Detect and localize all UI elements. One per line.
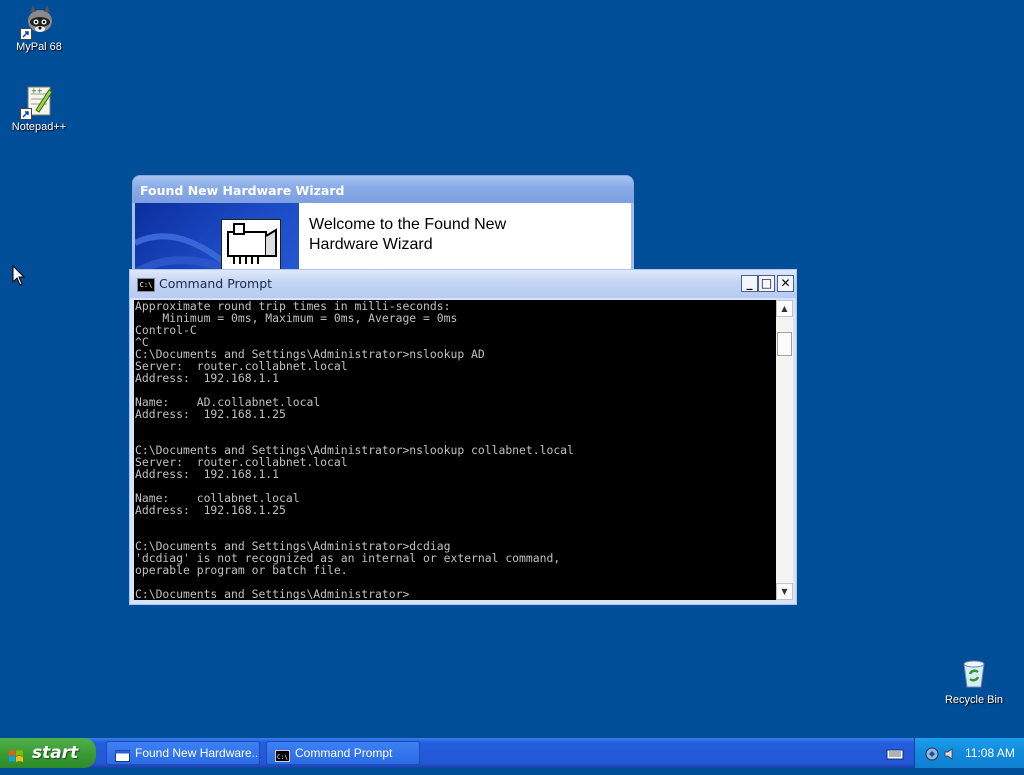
console-line: C:\Documents and Settings\Administrator> <box>135 587 410 600</box>
desktop-icon-mypal[interactable]: MyPal 68 <box>1 4 77 53</box>
welcome-line-1: Welcome to the Found New <box>309 216 507 233</box>
maximize-button[interactable]: □ <box>758 275 775 292</box>
scroll-thumb[interactable] <box>777 332 792 356</box>
windows-flag-icon <box>8 745 24 762</box>
close-icon: ✕ <box>780 276 791 290</box>
scroll-down-button[interactable]: ▼ <box>776 583 793 600</box>
taskbar-clock[interactable]: 11:08 AM <box>965 738 1015 768</box>
console-line: Minimum = 0ms, Maximum = 0ms, Average = … <box>135 311 458 325</box>
wizard-title: Found New Hardware Wizard <box>140 183 345 198</box>
wizard-welcome-heading: Welcome to the Found New Hardware Wizard <box>309 215 569 255</box>
cmd-title: Command Prompt <box>159 276 273 291</box>
cmd-app-icon[interactable]: C:\ <box>137 278 155 292</box>
taskbar-item-label: Command Prompt <box>295 746 393 760</box>
wizard-window-icon <box>115 747 130 762</box>
desktop-icon-label: MyPal 68 <box>16 41 62 53</box>
wizard-body: Welcome to the Found New Hardware Wizard <box>132 203 634 275</box>
taskbar-item-hardware-wizard[interactable]: Found New Hardware... <box>106 741 260 765</box>
shortcut-arrow-icon <box>20 28 32 40</box>
svg-text:++: ++ <box>31 87 43 95</box>
recycle-bin-label: Recycle Bin <box>944 694 1004 706</box>
shortcut-arrow-icon <box>20 108 32 120</box>
network-status-icon[interactable] <box>925 746 939 761</box>
recycle-bin-icon <box>957 656 991 690</box>
hardware-wizard-window[interactable]: Found New Hardware Wizard Welcome to the… <box>132 175 634 275</box>
console-line: Address: 192.168.1.25 <box>135 503 286 517</box>
minimize-icon: _ <box>746 276 753 290</box>
desktop-icon-notepadpp[interactable]: ++ Notepad++ <box>1 84 77 133</box>
console-line: Control-C <box>135 323 197 337</box>
system-tray: 11:08 AM <box>914 738 1024 768</box>
start-label: start <box>32 743 79 763</box>
taskbar: start Found New Hardware... C:\ Command … <box>0 738 1024 768</box>
mypal-raccoon-icon <box>20 4 56 40</box>
notepadpp-icon: ++ <box>20 84 56 120</box>
console-line: Address: 192.168.1.1 <box>135 371 280 385</box>
wizard-title-bar[interactable]: Found New Hardware Wizard <box>132 175 634 203</box>
command-prompt-window[interactable]: C:\ Command Prompt _ □ ✕ Approximate rou… <box>129 269 797 605</box>
taskbar-item-label: Found New Hardware... <box>135 746 257 760</box>
volume-icon[interactable] <box>943 746 957 760</box>
desktop-icon-recycle-bin[interactable]: Recycle Bin <box>936 656 1012 706</box>
maximize-icon: □ <box>760 276 773 290</box>
console-line: operable program or batch file. <box>135 563 348 577</box>
console-output[interactable]: Approximate round trip times in milli-se… <box>134 300 776 600</box>
svg-text:C:\: C:\ <box>277 754 288 761</box>
mouse-pointer-icon <box>12 264 26 291</box>
scroll-up-button[interactable]: ▲ <box>776 300 793 317</box>
minimize-button[interactable]: _ <box>741 275 758 292</box>
wizard-side-banner <box>135 203 299 275</box>
keyboard-language-icon[interactable] <box>886 746 904 760</box>
close-button[interactable]: ✕ <box>777 275 794 292</box>
cmd-window-icon: C:\ <box>275 747 290 762</box>
console-line: Address: 192.168.1.25 <box>135 407 286 421</box>
taskbar-item-command-prompt[interactable]: C:\ Command Prompt <box>266 741 420 765</box>
desktop-icon-label: Notepad++ <box>11 121 67 133</box>
start-button[interactable]: start <box>0 738 96 768</box>
welcome-line-2: Hardware Wizard <box>309 236 433 253</box>
cmd-title-bar[interactable]: C:\ Command Prompt _ □ ✕ <box>130 270 796 298</box>
console-line: Address: 192.168.1.1 <box>135 467 280 481</box>
hardware-card-icon <box>221 219 281 273</box>
vertical-scrollbar[interactable]: ▲ ▼ <box>776 300 793 600</box>
